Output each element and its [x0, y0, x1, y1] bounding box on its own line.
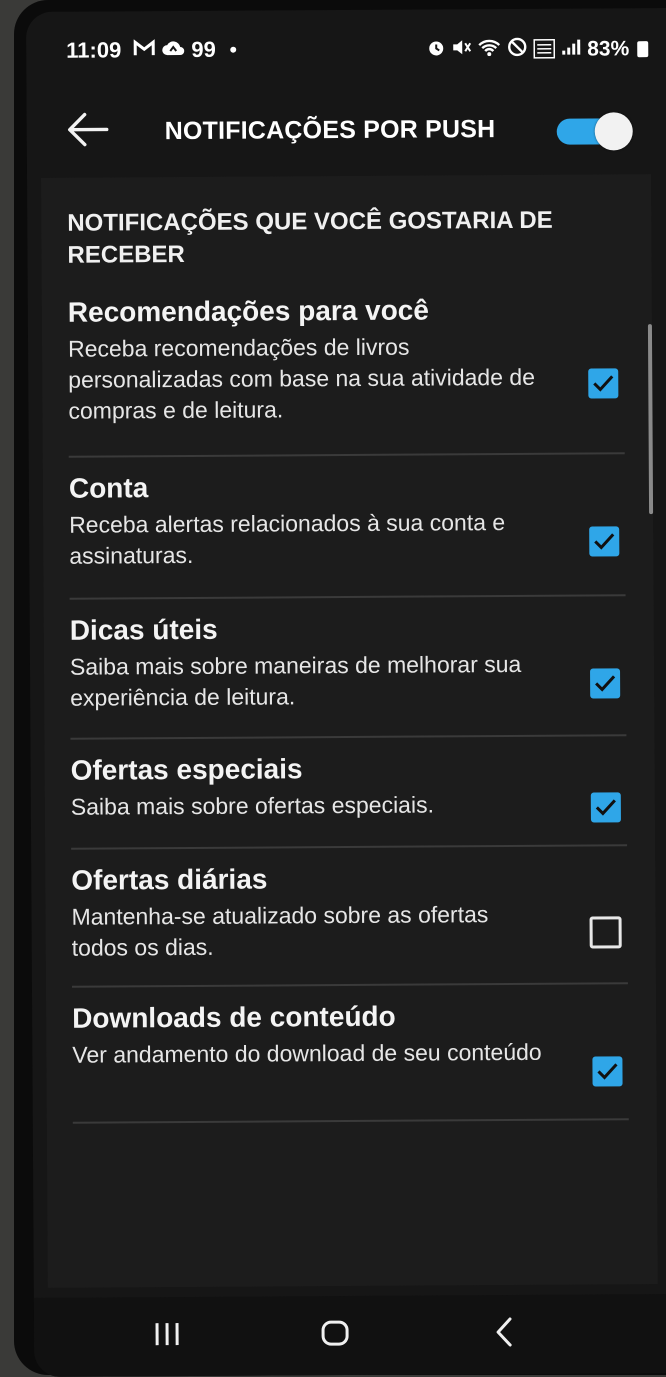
volte-icon	[533, 38, 556, 61]
checkbox-recomendacoes[interactable]	[588, 368, 619, 399]
status-time: 11:09	[66, 37, 122, 63]
list-item-ofertas-diarias[interactable]: Ofertas diárias Mantenha-se atualizado s…	[71, 860, 632, 963]
navigation-bar	[33, 1294, 666, 1377]
toggle-thumb	[594, 112, 633, 151]
list-item-recomendacoes[interactable]: Recomendações para você Receba recomenda…	[68, 292, 629, 426]
divider	[70, 734, 627, 740]
item-description: Saiba mais sobre ofertas especiais.	[70, 791, 435, 820]
divider	[69, 594, 626, 600]
notification-count: 99	[191, 36, 216, 62]
checkbox-conta[interactable]	[589, 526, 620, 557]
more-notifications-dot	[229, 46, 236, 53]
divider	[71, 844, 628, 850]
divider	[68, 452, 625, 458]
checkbox-ofertas-especiais[interactable]	[590, 792, 621, 823]
list-item-ofertas-especiais[interactable]: Ofertas especiais Saiba mais sobre ofert…	[70, 750, 631, 823]
scrollbar[interactable]	[647, 324, 654, 515]
item-title: Downloads de conteúdo	[72, 1000, 396, 1034]
list-item-conta[interactable]: Conta Receba alertas relacionados à sua …	[69, 468, 630, 571]
wifi-icon	[477, 38, 501, 62]
cloud-icon	[161, 37, 185, 63]
checkbox-ofertas-diarias[interactable]	[589, 916, 622, 949]
signal-icon	[561, 38, 581, 62]
item-title: Ofertas diárias	[71, 863, 268, 896]
list-item-downloads[interactable]: Downloads de conteúdo Ver andamento do d…	[72, 998, 632, 1087]
divider	[71, 982, 628, 988]
item-title: Conta	[68, 472, 149, 504]
arrow-left-icon[interactable]	[63, 105, 113, 155]
item-title: Recomendações para você	[67, 294, 429, 328]
divider	[72, 1118, 629, 1124]
section-header: NOTIFICAÇÕES QUE VOCÊ GOSTARIA DE RECEBE…	[67, 206, 553, 269]
push-notifications-toggle[interactable]	[556, 112, 633, 151]
app-bar: NOTIFICAÇÕES POR PUSH	[26, 88, 666, 176]
home-icon[interactable]	[310, 1314, 360, 1354]
mute-icon	[451, 38, 472, 62]
item-title: Ofertas especiais	[70, 753, 303, 786]
recent-apps-icon[interactable]	[142, 1315, 192, 1355]
page-title: NOTIFICAÇÕES POR PUSH	[164, 115, 496, 146]
battery-level: 83%	[587, 37, 630, 61]
checkbox-downloads[interactable]	[592, 1056, 623, 1087]
dnd-icon	[507, 37, 527, 63]
status-bar: 11:09 99 83%	[26, 8, 666, 90]
item-description: Receba recomendações de livros personali…	[67, 333, 536, 424]
back-icon[interactable]	[480, 1313, 530, 1353]
alarm-icon	[427, 38, 445, 62]
gmail-icon	[133, 37, 155, 63]
battery-icon	[637, 41, 649, 58]
item-description: Ver andamento do download de seu conteúd…	[72, 1038, 542, 1068]
item-description: Mantenha-se atualizado sobre as ofertas …	[71, 901, 489, 961]
list-item-dicas[interactable]: Dicas úteis Saiba mais sobre maneiras de…	[70, 610, 631, 713]
item-description: Receba alertas relacionados à sua conta …	[69, 509, 506, 569]
checkbox-dicas[interactable]	[590, 668, 621, 699]
item-description: Saiba mais sobre maneiras de melhorar su…	[69, 650, 522, 711]
phone-screen: 11:09 99 83% NOTIFICAÇÕES POR PUSH NOTIF…	[26, 8, 666, 1377]
settings-list: NOTIFICAÇÕES QUE VOCÊ GOSTARIA DE RECEBE…	[41, 174, 658, 1288]
item-title: Dicas úteis	[69, 613, 218, 646]
